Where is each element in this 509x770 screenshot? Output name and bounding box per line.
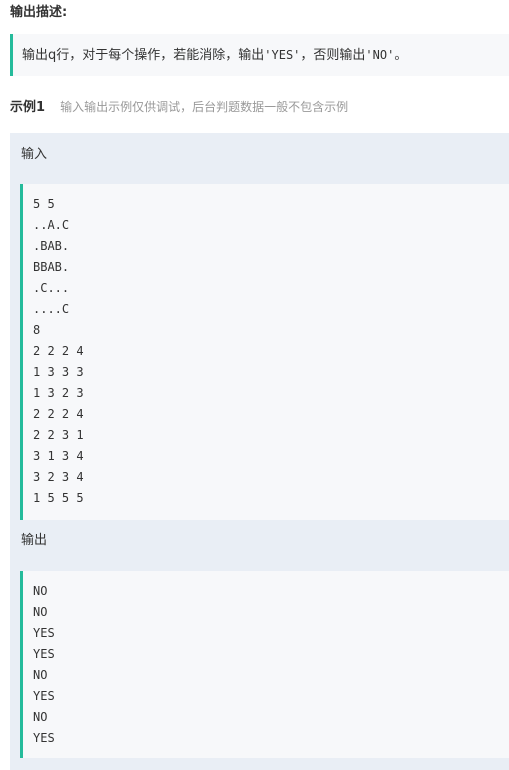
output-description-title: 输出描述: [10,5,68,20]
input-line: ....C [33,302,70,316]
input-line: ..A.C [33,218,70,232]
output-line: NO [33,668,48,682]
output-line: NO [33,710,48,724]
output-code-block[interactable]: NO NO YES YES NO YES NO YES [20,571,509,758]
description-text-before: 输出q行，对于每个操作，若能消除，输出 [22,48,265,63]
input-line: .C... [33,281,70,295]
example-panel: 输入 5 5 ..A.C .BAB. BBAB. .C... ....C 8 2 2 2 4 1… [10,133,509,770]
output-line: NO [33,605,48,619]
input-code-block[interactable]: 5 5 ..A.C .BAB. BBAB. .C... ....C 8 2 2 2 4 1 3 … [20,184,509,520]
input-line: 3 1 3 4 [33,449,84,463]
input-line: 3 2 3 4 [33,470,84,484]
output-line: YES [33,626,55,640]
description-code-no: 'NO' [365,48,395,62]
output-line: YES [33,647,55,661]
output-line: YES [33,689,55,703]
input-line: 2 2 3 1 [33,428,84,442]
output-description-box: 输出q行，对于每个操作，若能消除，输出'YES'，否则输出'NO'。 [10,34,509,76]
example-title: 示例1 [10,100,46,115]
output-line: NO [33,584,48,598]
output-label: 输出 [21,533,48,548]
example-note: 输入输出示例仅供调试，后台判题数据一般不包含示例 [60,100,349,114]
input-line: BBAB. [33,260,70,274]
input-line: 5 5 [33,197,55,211]
input-line: .BAB. [33,239,70,253]
input-line: 1 3 3 3 [33,365,84,379]
description-text-middle: ，否则输出 [300,48,366,63]
description-text-end: 。 [394,48,408,63]
input-line: 2 2 2 4 [33,344,84,358]
input-label: 输入 [21,147,48,162]
input-line: 1 5 5 5 [33,491,84,505]
input-line: 1 3 2 3 [33,386,84,400]
output-line: YES [33,731,55,745]
input-line: 8 [33,323,41,337]
example-header: 示例1 输入输出示例仅供调试，后台判题数据一般不包含示例 [10,97,348,117]
description-code-yes: 'YES' [264,48,301,62]
input-line: 2 2 2 4 [33,407,84,421]
